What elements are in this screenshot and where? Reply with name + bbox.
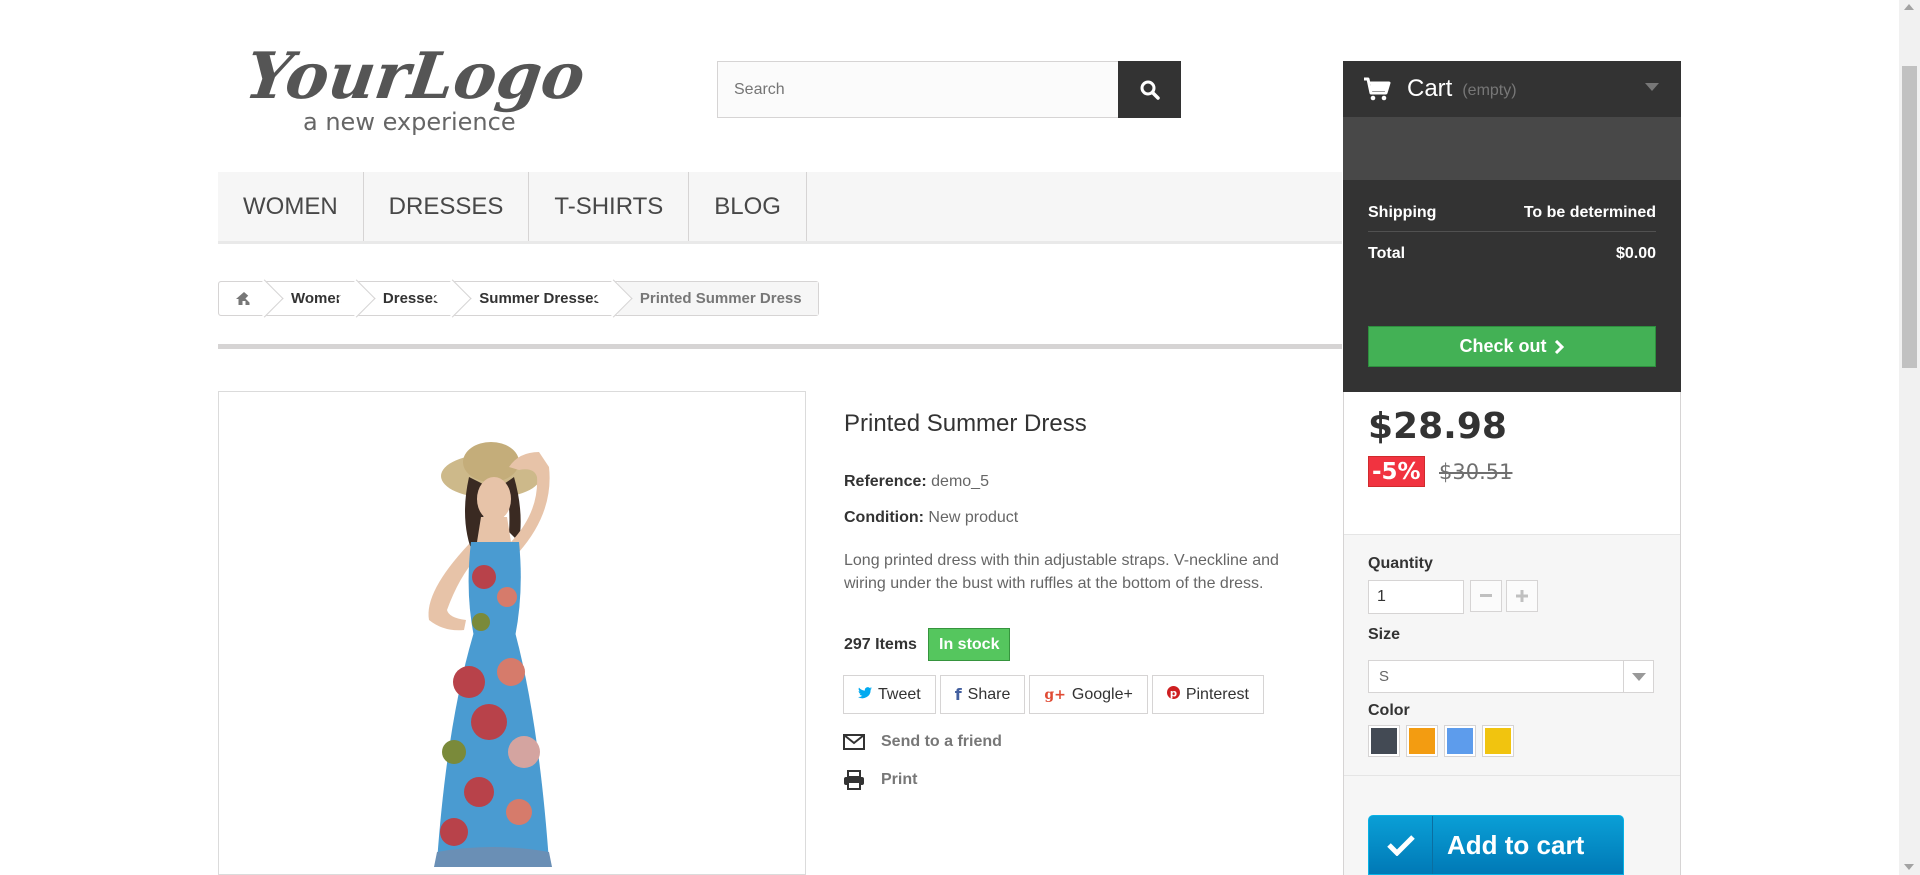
- cart-divider: [1368, 231, 1656, 232]
- product-reference: Reference: demo_5: [844, 473, 989, 491]
- old-price: $30.51: [1439, 460, 1513, 484]
- swatch-fill: [1409, 728, 1435, 754]
- search-icon: [1140, 80, 1160, 100]
- envelope-icon: [843, 734, 865, 750]
- scroll-up-icon[interactable]: [1904, 4, 1914, 10]
- tweet-label: Tweet: [878, 685, 921, 703]
- printer-icon: [844, 770, 864, 790]
- discount-badge: -5%: [1368, 456, 1425, 487]
- svg-text:p: p: [1170, 688, 1177, 699]
- shopping-cart-icon: [1364, 77, 1391, 101]
- price-area: $28.98 -5% $30.51: [1344, 392, 1680, 534]
- buy-block: $28.98 -5% $30.51 Quantity 1 Size S Colo…: [1343, 392, 1681, 875]
- pinterest-icon: p: [1166, 685, 1180, 704]
- pinterest-label: Pinterest: [1185, 685, 1249, 703]
- menu-item-women[interactable]: WOMEN: [218, 172, 364, 241]
- cart-shipping-row: Shipping To be determined: [1368, 204, 1656, 222]
- color-swatches: [1368, 725, 1514, 757]
- cart-status: (empty): [1462, 82, 1517, 99]
- stock-badge: In stock: [928, 628, 1011, 661]
- send-to-friend-link[interactable]: Send to a friend: [843, 733, 1002, 751]
- quantity-input[interactable]: 1: [1368, 580, 1464, 614]
- product-options: Quantity 1 Size: [1344, 534, 1680, 664]
- cart-total-row: Total $0.00: [1368, 245, 1656, 263]
- breadcrumb: Women Dresses Summer Dresses Printed Sum…: [218, 281, 819, 316]
- shipping-label: Shipping: [1368, 204, 1437, 221]
- search-button[interactable]: [1118, 61, 1181, 118]
- logo-main-text: YourLogo: [248, 39, 590, 114]
- color-swatch[interactable]: [1444, 725, 1476, 757]
- total-label: Total: [1368, 245, 1406, 262]
- reference-value: demo_5: [931, 473, 989, 490]
- checkmark-icon: [1369, 816, 1433, 874]
- google-plus-label: Google+: [1071, 685, 1133, 703]
- scroll-down-icon[interactable]: [1904, 864, 1914, 870]
- tweet-button[interactable]: Tweet: [843, 675, 936, 714]
- caret-down-icon: [1645, 83, 1659, 91]
- minus-icon: [1480, 594, 1492, 597]
- condition-value: New product: [928, 509, 1019, 526]
- color-swatch[interactable]: [1368, 725, 1400, 757]
- share-button[interactable]: f Share: [939, 675, 1026, 714]
- breadcrumb-home[interactable]: [219, 282, 269, 315]
- quantity-increase-button[interactable]: [1506, 580, 1538, 612]
- condition-label: Condition:: [844, 509, 924, 526]
- chevron-down-icon: [1623, 661, 1653, 692]
- search-input[interactable]: [718, 62, 1118, 117]
- checkout-label: Check out: [1459, 336, 1547, 356]
- cart-label: Cart: [1407, 75, 1453, 102]
- plus-icon: [1516, 590, 1528, 602]
- breadcrumb-current: Printed Summer Dress: [617, 282, 818, 315]
- cart-products-area: [1343, 117, 1681, 180]
- swatch-fill: [1485, 728, 1511, 754]
- pinterest-button[interactable]: p Pinterest: [1151, 675, 1264, 714]
- social-share: Tweet f Share g+ Google+ p Pinterest: [843, 675, 1264, 714]
- main-menu: WOMEN DRESSES T-SHIRTS BLOG: [218, 172, 1342, 244]
- cart-summary: Shipping To be determined Total $0.00 Ch…: [1343, 180, 1681, 392]
- send-to-friend-label: Send to a friend: [881, 733, 1002, 750]
- site-logo[interactable]: YourLogo a new experience: [248, 28, 608, 138]
- quantity-decrease-button[interactable]: [1470, 580, 1502, 612]
- color-label: Color: [1368, 702, 1410, 719]
- share-label: Share: [967, 685, 1011, 703]
- product-description: Long printed dress with thin adjustable …: [844, 552, 1279, 592]
- product-image[interactable]: [218, 391, 806, 875]
- color-swatch[interactable]: [1482, 725, 1514, 757]
- logo-tagline: a new experience: [303, 108, 516, 136]
- color-swatch[interactable]: [1406, 725, 1438, 757]
- divider: [218, 344, 1342, 349]
- reference-label: Reference:: [844, 473, 927, 490]
- quantity-label: Quantity: [1368, 555, 1433, 572]
- breadcrumb-summer-dresses[interactable]: Summer Dresses: [457, 282, 618, 315]
- swatch-fill: [1371, 728, 1397, 754]
- size-value: S: [1379, 668, 1390, 685]
- add-to-cart-button[interactable]: Add to cart: [1368, 815, 1624, 875]
- shipping-value: To be determined: [1523, 204, 1656, 221]
- google-plus-button[interactable]: g+ Google+: [1029, 675, 1148, 714]
- menu-item-blog[interactable]: BLOG: [689, 172, 807, 241]
- product-price: $28.98: [1368, 406, 1507, 447]
- twitter-icon: [858, 686, 872, 704]
- menu-item-tshirts[interactable]: T-SHIRTS: [529, 172, 690, 241]
- product-title: Printed Summer Dress: [844, 410, 1087, 437]
- facebook-icon: f: [954, 685, 962, 704]
- add-to-cart-label: Add to cart: [1447, 829, 1585, 860]
- home-icon: [236, 292, 252, 305]
- total-value: $0.00: [1615, 245, 1656, 262]
- swatch-fill: [1447, 728, 1473, 754]
- buy-box-divider: [1344, 775, 1680, 776]
- cart-header[interactable]: Cart (empty): [1343, 61, 1681, 117]
- quantity-available: 297 Items: [844, 636, 917, 653]
- size-label: Size: [1368, 626, 1401, 643]
- search-bar: [717, 61, 1181, 118]
- checkout-button[interactable]: Check out: [1368, 326, 1656, 367]
- chevron-right-icon: [1554, 339, 1564, 354]
- google-plus-icon: g+: [1044, 686, 1066, 703]
- print-link[interactable]: Print: [843, 770, 917, 790]
- menu-item-dresses[interactable]: DRESSES: [364, 172, 530, 241]
- scrollbar-thumb[interactable]: [1902, 66, 1917, 368]
- product-condition: Condition: New product: [844, 509, 1018, 527]
- size-select[interactable]: S: [1368, 660, 1654, 693]
- print-label: Print: [881, 771, 918, 788]
